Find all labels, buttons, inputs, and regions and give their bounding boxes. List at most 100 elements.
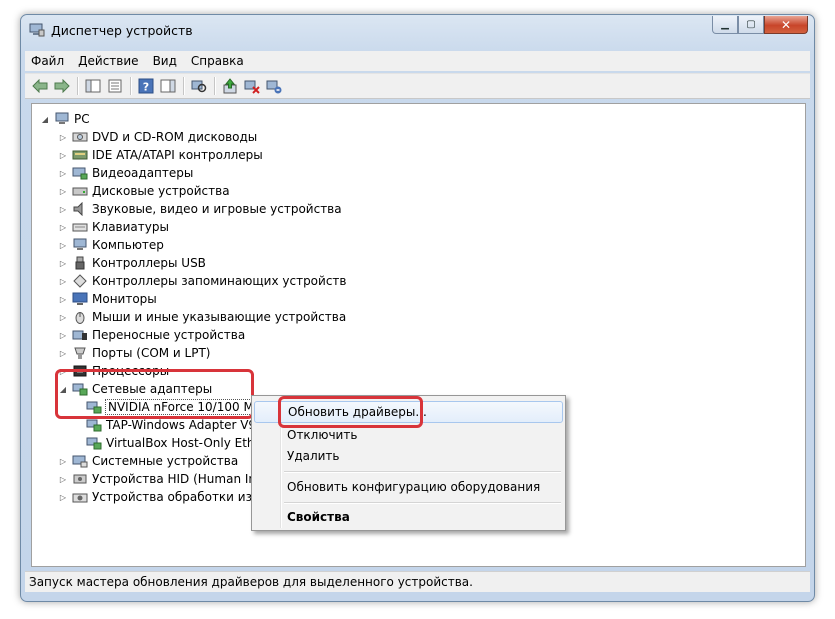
tree-node[interactable]: ▷ Звуковые, видео и игровые устройства [58, 200, 342, 218]
expand-icon[interactable]: ▷ [58, 241, 68, 250]
scan-hardware-button[interactable] [190, 77, 208, 95]
tree-node[interactable]: ▷ Клавиатуры [58, 218, 169, 236]
expand-icon[interactable]: ▷ [58, 295, 68, 304]
menu-uninstall[interactable]: Удалить [254, 445, 563, 467]
back-button[interactable] [31, 77, 49, 95]
status-text: Запуск мастера обновления драйверов для … [29, 575, 473, 589]
scan-hardware-icon [191, 80, 207, 93]
tree-root[interactable]: ◢ PC [40, 110, 90, 128]
action-pane-button[interactable] [159, 77, 177, 95]
svg-text:?: ? [143, 81, 149, 94]
expand-icon[interactable]: ▷ [58, 223, 68, 232]
highlight-update-drivers [278, 396, 423, 428]
sound-icon [72, 202, 88, 216]
tree-node-label: Видеоадаптеры [92, 166, 194, 180]
console-tree-icon [85, 79, 101, 93]
tree-node-label: Устройства HID (Human Inter [92, 472, 274, 486]
usb-icon [72, 256, 88, 270]
hid-icon [72, 472, 88, 486]
expand-icon[interactable]: ▷ [58, 151, 68, 160]
maximize-button[interactable]: ▢ [738, 16, 764, 34]
imaging-device-icon [72, 490, 88, 504]
title-bar[interactable]: Диспетчер устройств ▁ ▢ ✕ [21, 15, 814, 45]
keyboard-icon [72, 220, 88, 234]
tree-node-label: Контроллеры USB [92, 256, 206, 270]
tree-node-label: Системные устройства [92, 454, 239, 468]
action-pane-icon [160, 79, 176, 93]
update-driver-button[interactable] [221, 77, 239, 95]
tree-node[interactable]: ▷ Мыши и иные указывающие устройства [58, 308, 346, 326]
uninstall-device-button[interactable] [265, 77, 283, 95]
tree-child-virtualbox[interactable]: VirtualBox Host-Only Ether [86, 434, 267, 452]
tree-node[interactable]: ▷ Переносные устройства [58, 326, 245, 344]
menu-help[interactable]: Справка [185, 54, 250, 68]
console-tree-button[interactable] [84, 77, 102, 95]
help-button[interactable]: ? [137, 77, 155, 95]
tree-node[interactable]: ▷ Мониторы [58, 290, 157, 308]
minimize-icon: ▁ [721, 19, 729, 30]
tree-node[interactable]: ▷ Устройства обработки изобр [58, 488, 274, 506]
tree-node-label: Контроллеры запоминающих устройств [92, 274, 347, 288]
network-card-icon [86, 436, 102, 450]
expand-icon[interactable]: ▷ [58, 133, 68, 142]
tree-node-label: Звуковые, видео и игровые устройства [92, 202, 342, 216]
minimize-button[interactable]: ▁ [712, 16, 738, 34]
expand-icon[interactable]: ▷ [58, 457, 68, 466]
expand-icon[interactable]: ▷ [58, 169, 68, 178]
tree-node[interactable]: ▷ Контроллеры USB [58, 254, 206, 272]
properties-icon [108, 79, 122, 93]
mouse-icon [72, 310, 88, 324]
tree-root-label: PC [74, 112, 90, 126]
collapse-icon[interactable]: ◢ [40, 115, 50, 124]
dvd-drive-icon [72, 130, 88, 144]
back-arrow-icon [32, 79, 48, 93]
tree-node[interactable]: ▷ Системные устройства [58, 452, 238, 470]
expand-icon[interactable]: ▷ [58, 205, 68, 214]
tree-node-label: Мониторы [92, 292, 157, 306]
tree-node[interactable]: ▷ Видеоадаптеры [58, 164, 193, 182]
tree-node[interactable]: ▷ IDE ATA/ATAPI контроллеры [58, 146, 263, 164]
storage-controller-icon [72, 274, 88, 288]
tree-node-label: Порты (COM и LPT) [92, 346, 211, 360]
menu-action[interactable]: Действие [72, 54, 144, 68]
expand-icon[interactable]: ▷ [58, 493, 68, 502]
expand-icon[interactable]: ▷ [58, 187, 68, 196]
computer-icon [54, 112, 70, 126]
close-button[interactable]: ✕ [764, 16, 808, 34]
expand-icon[interactable]: ▷ [58, 475, 68, 484]
maximize-icon: ▢ [746, 19, 756, 30]
menu-scan-hardware[interactable]: Обновить конфигурацию оборудования [254, 476, 563, 498]
properties-button[interactable] [106, 77, 124, 95]
tree-node[interactable]: ▷ DVD и CD-ROM дисководы [58, 128, 257, 146]
expand-icon[interactable]: ▷ [58, 277, 68, 286]
menu-view[interactable]: Вид [147, 54, 183, 68]
computer-icon [72, 238, 88, 252]
update-driver-icon [223, 78, 237, 94]
ide-controller-icon [72, 148, 88, 162]
menu-separator [284, 502, 561, 504]
expand-icon[interactable]: ▷ [58, 349, 68, 358]
menu-file[interactable]: Файл [25, 54, 70, 68]
expand-icon[interactable]: ▷ [58, 259, 68, 268]
expand-icon[interactable]: ▷ [58, 331, 68, 340]
uninstall-device-icon [266, 80, 282, 94]
expand-icon[interactable]: ▷ [58, 313, 68, 322]
tree-child-label: VirtualBox Host-Only Ether [106, 436, 267, 450]
tree-node[interactable]: ▷ Контроллеры запоминающих устройств [58, 272, 347, 290]
tree-node[interactable]: ▷ Компьютер [58, 236, 164, 254]
menu-properties[interactable]: Свойства [254, 506, 563, 528]
tree-node[interactable]: ▷ Порты (COM и LPT) [58, 344, 211, 362]
window-title: Диспетчер устройств [51, 23, 193, 38]
monitor-icon [72, 292, 88, 306]
caption-buttons: ▁ ▢ ✕ [712, 16, 808, 34]
tree-node[interactable]: ▷ Дисковые устройства [58, 182, 230, 200]
disable-device-button[interactable] [243, 77, 261, 95]
device-manager-icon [29, 23, 45, 37]
status-bar: Запуск мастера обновления драйверов для … [25, 571, 810, 592]
menu-separator [284, 471, 561, 473]
tree-node[interactable]: ▷ Устройства HID (Human Inter [58, 470, 273, 488]
disk-drive-icon [72, 184, 88, 198]
highlight-network-adapters [55, 369, 254, 419]
forward-button[interactable] [53, 77, 71, 95]
tree-child-label: TAP-Windows Adapter V9 [106, 418, 257, 432]
